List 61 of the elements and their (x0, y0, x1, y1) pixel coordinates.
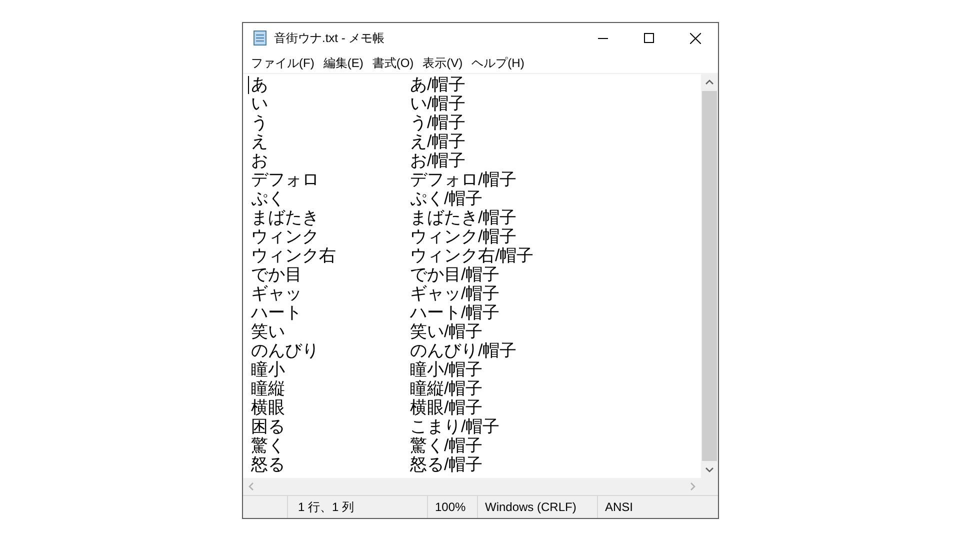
vertical-scrollbar[interactable] (701, 74, 718, 478)
text-line: のんびり/帽子 (410, 341, 517, 360)
text-line: ぷく/帽子 (410, 189, 483, 208)
text-line: 横眼/帽子 (410, 398, 483, 417)
encoding: ANSI (605, 499, 634, 516)
text-line: 驚く/帽子 (410, 436, 483, 455)
text-line: う/帽子 (410, 113, 466, 132)
text-line: 怒る/帽子 (410, 455, 483, 474)
text-line: ウィンク (251, 227, 319, 246)
text-line: デフォロ (251, 170, 319, 189)
text-line: 瞳小/帽子 (410, 360, 483, 379)
text-line: い/帽子 (410, 94, 466, 113)
horizontal-scrollbar[interactable] (243, 478, 701, 495)
text-line: え (251, 132, 268, 151)
text-line: ウィンク右 (251, 246, 336, 265)
text-line: ギャッ (251, 284, 302, 303)
line-ending: Windows (CRLF) (485, 499, 576, 516)
text-line: ウィンク/帽子 (410, 227, 517, 246)
zoom-level: 100% (435, 499, 466, 516)
menu-item[interactable]: 書式(O) (368, 54, 418, 72)
text-line: まばたき/帽子 (410, 208, 517, 227)
menu-item[interactable]: 編集(E) (319, 54, 368, 72)
text-line: ウィンク右/帽子 (410, 246, 534, 265)
text-line: 瞳小 (251, 360, 285, 379)
text-line: 瞳縦/帽子 (410, 379, 483, 398)
text-line: お/帽子 (410, 151, 466, 170)
text-line: でか目 (251, 265, 302, 284)
text-line: 困る (251, 417, 285, 436)
close-icon (690, 32, 700, 44)
notepad-icon (252, 30, 268, 46)
text-line: う (251, 113, 268, 132)
text-line: 瞳縦 (251, 379, 285, 398)
text-line: お (251, 151, 268, 170)
scroll-right-icon[interactable] (689, 482, 697, 491)
menu-item[interactable]: ファイル(F) (247, 54, 318, 72)
menu-item[interactable]: ヘルプ(H) (468, 54, 528, 72)
maximize-icon (644, 33, 654, 43)
text-line: ハート/帽子 (410, 303, 500, 322)
text-line: ぷく (251, 189, 285, 208)
text-line: 怒る (251, 455, 285, 474)
window-title: 音街ウナ.txt - メモ帳 (274, 30, 385, 47)
text-line: い (251, 94, 268, 113)
text-line: まばたき (251, 208, 319, 227)
text-line: 笑い/帽子 (410, 322, 483, 341)
text-line: 驚く (251, 436, 285, 455)
text-line: 笑い (251, 322, 285, 341)
cursor-position: 1 行、1 列 (298, 499, 354, 516)
text-line: でか目/帽子 (410, 265, 500, 284)
text-line: 横眼 (251, 398, 285, 417)
menu-item[interactable]: 表示(V) (418, 54, 467, 72)
scroll-thumb[interactable] (702, 91, 717, 461)
text-line: ハート (251, 303, 302, 322)
text-line: ギャッ/帽子 (410, 284, 500, 303)
text-line: え/帽子 (410, 132, 466, 151)
text-line: こまり/帽子 (410, 417, 500, 436)
text-cursor (248, 76, 249, 94)
text-line: あ (251, 75, 268, 94)
text-line: のんびり (251, 341, 319, 360)
scroll-left-icon[interactable] (247, 482, 255, 491)
text-line: デフォロ/帽子 (410, 170, 517, 189)
text-line: あ/帽子 (410, 75, 466, 94)
